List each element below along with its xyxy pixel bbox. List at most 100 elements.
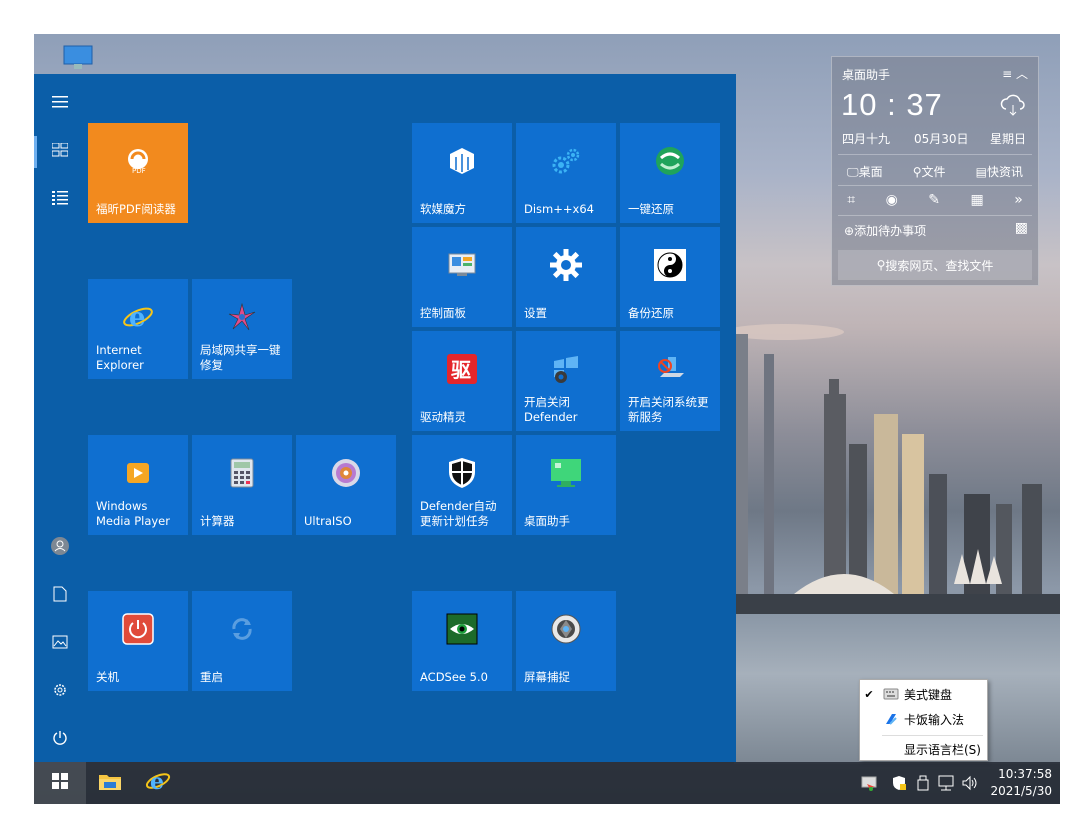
widget-date: 05月30日 [914,132,969,146]
tray-security-shield-icon[interactable] [888,762,910,804]
svg-text:PDF: PDF [132,167,146,175]
ultraiso-icon [328,455,364,491]
tile-calculator[interactable]: 计算器 [192,435,292,535]
restore-icon [652,143,688,179]
tile-defender-toggle[interactable]: 开启关闭Defender [516,331,616,431]
widget-search-box[interactable]: ⚲ 搜索网页、查找文件 [838,250,1032,280]
screen-capture-icon [548,611,584,647]
power-icon[interactable] [47,725,73,751]
tile-restart[interactable]: 重启 [192,591,292,691]
start-menu: PDF 福昕PDF阅读器 e Internet Explorer 局域网共享一键… [34,74,736,762]
widget-title: 桌面助手 [842,68,891,82]
dism-icon [548,143,584,179]
tile-update-service-toggle[interactable]: 开启关闭系统更新服务 [620,331,720,431]
start-rail [34,74,86,762]
tile-label: Internet Explorer [96,343,144,372]
tile-ultraiso[interactable]: UltraISO [296,435,396,535]
widget-divider [838,154,1032,155]
tiles-view-icon[interactable] [47,137,73,163]
pictures-icon[interactable] [47,629,73,655]
desktop-helper-widget: 桌面助手 ≡ ︿ 10 : 37 四月十九 05月30日 星期日 🖵桌面 ⚲文件… [831,56,1039,286]
tile-backup-restore[interactable]: 备份还原 [620,227,720,327]
settings-gear-icon[interactable] [47,677,73,703]
news-icon: ▤ [975,164,987,179]
tile-lan-share-fix[interactable]: 局域网共享一键修复 [192,279,292,379]
control-panel-icon [444,247,480,283]
crop-icon[interactable]: ⌗ [847,192,855,208]
rail-selection-indicator [34,136,37,168]
widget-divider [838,215,1032,216]
tile-ruanmei[interactable]: 软媒魔方 [412,123,512,223]
plus-circle-icon: ⊕ [844,224,855,238]
tile-desktop-helper[interactable]: 桌面助手 [516,435,616,535]
taskbar-internet-explorer[interactable]: e [134,762,182,804]
tray-keyboard-icon[interactable] [858,762,880,804]
kafan-ime-icon [878,712,904,726]
tile-label: ACDSee 5.0 [420,670,488,684]
tile-defender-update-task[interactable]: Defender自动更新计划任务 [412,435,512,535]
tile-acdsee[interactable]: ACDSee 5.0 [412,591,512,691]
documents-icon[interactable] [47,581,73,607]
note-icon[interactable]: ✎ [928,192,940,208]
foxit-pdf-icon: PDF [120,143,156,179]
all-apps-list-icon[interactable] [47,185,73,211]
tray-usb-drive-icon[interactable] [912,762,934,804]
ime-item-kafan[interactable]: 卡饭输入法 [860,707,987,731]
tile-label: 一键还原 [628,202,674,216]
shutdown-icon [120,611,156,647]
user-avatar-icon[interactable] [47,533,73,559]
defender-toggle-icon [548,351,584,387]
tile-label: 计算器 [200,514,235,528]
eye-icon[interactable]: ◉ [886,192,898,208]
computer-icon[interactable] [62,44,96,74]
tile-internet-explorer[interactable]: e Internet Explorer [88,279,188,379]
widget-weekday: 星期日 [990,132,1027,146]
tile-one-key-restore[interactable]: 一键还原 [620,123,720,223]
taskbar-clock[interactable]: 10:37:58 2021/5/30 [986,766,1052,800]
tile-label: 开启关闭系统更新服务 [628,395,709,424]
tile-label: 福昕PDF阅读器 [96,202,176,216]
ime-menu: ✔ 美式键盘 卡饭输入法 显示语言栏(S) [859,679,988,761]
start-button[interactable] [34,762,86,804]
widget-menu-icon[interactable]: ≡ ︿ [1002,65,1028,82]
tray-network-icon[interactable] [934,762,958,804]
tray-volume-icon[interactable] [959,762,981,804]
ime-item-show-language-bar[interactable]: 显示语言栏(S) [860,737,987,761]
widget-time: 10 : 37 [841,87,943,122]
calculator-small-icon[interactable]: ▦ [970,192,983,208]
tile-windows-media-player[interactable]: Windows Media Player [88,435,188,535]
tile-shutdown[interactable]: 关机 [88,591,188,691]
qr-code-icon[interactable]: ▩ [1015,220,1028,236]
tile-label: 控制面板 [420,306,466,320]
widget-desktop-button[interactable]: 🖵桌面 [847,163,883,180]
more-icon[interactable]: » [1014,192,1023,208]
tile-settings[interactable]: 设置 [516,227,616,327]
search-placeholder: 搜索网页、查找文件 [885,258,994,273]
cloud-icon[interactable] [1000,93,1026,121]
ime-item-us-keyboard[interactable]: ✔ 美式键盘 [860,682,987,706]
hamburger-icon[interactable] [47,89,73,115]
tile-label: 桌面助手 [524,514,570,528]
driver-icon: 驱 [444,351,480,387]
taskbar-file-explorer[interactable] [86,762,134,804]
windows-logo-icon [52,773,68,793]
tile-dism[interactable]: Dism++x64 [516,123,616,223]
widget-lunar-date: 四月十九 [842,132,891,146]
gear-icon [548,247,584,283]
widget-add-todo[interactable]: ⊕添加待办事项 [844,222,926,239]
tile-control-panel[interactable]: 控制面板 [412,227,512,327]
folder-icon [98,771,122,795]
wallpaper-skyline [734,324,1060,634]
svg-text:e: e [150,769,164,794]
tile-label: 局域网共享一键修复 [200,343,281,372]
widget-news-button[interactable]: ▤快资讯 [976,163,1023,180]
tile-label: Defender自动更新计划任务 [420,499,497,528]
widget-files-button[interactable]: ⚲文件 [913,163,946,180]
tile-label: 备份还原 [628,306,674,320]
tile-label: Dism++x64 [524,202,594,216]
tile-driver-genius[interactable]: 驱 驱动精灵 [412,331,512,431]
tile-label: 开启关闭Defender [524,395,578,424]
tile-screen-capture[interactable]: 屏幕捕捉 [516,591,616,691]
svg-text:驱: 驱 [451,358,471,382]
tile-foxit-pdf[interactable]: PDF 福昕PDF阅读器 [88,123,188,223]
